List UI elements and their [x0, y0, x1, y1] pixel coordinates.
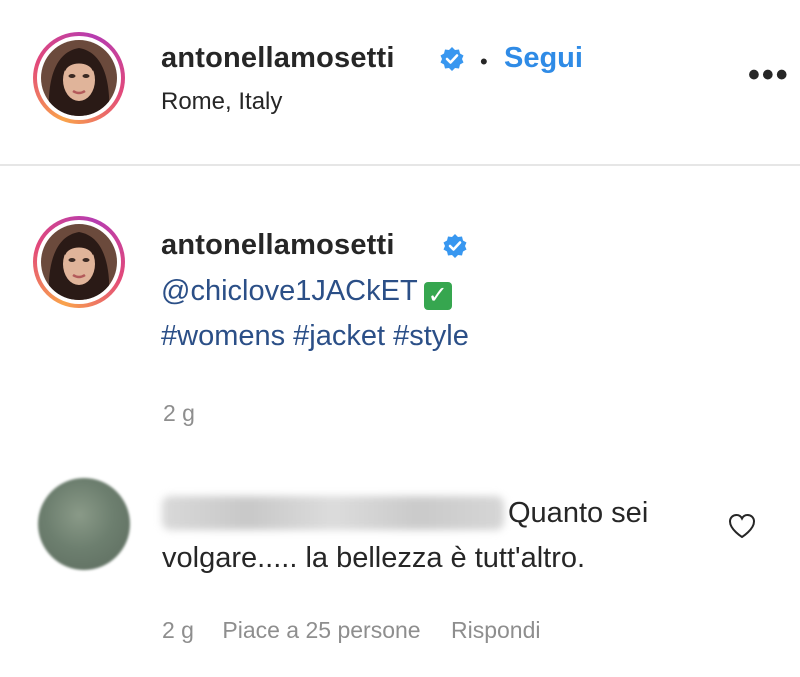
caption-verified-badge-icon	[443, 234, 467, 258]
comment-text-line1: Quanto sei	[508, 497, 649, 529]
caption-author-photo	[41, 224, 117, 300]
post-location[interactable]: Rome, Italy	[161, 88, 282, 116]
header-separator: •	[480, 49, 488, 74]
reply-button[interactable]: Rispondi	[451, 617, 541, 643]
mention-link[interactable]: @chiclove1JACkET	[161, 275, 418, 307]
post-author-username[interactable]: antonellamosetti	[161, 42, 395, 75]
caption-mention-line: @chiclove1JACkET ✓	[161, 275, 452, 310]
hashtag-links[interactable]: #womens #jacket #style	[161, 320, 469, 353]
profile-photo-graphic	[41, 40, 117, 116]
caption-author-photo-graphic	[41, 224, 117, 300]
commenter-username-blurred[interactable]	[162, 496, 504, 530]
comment-text-line2: volgare..... la bellezza è tutt'altro.	[162, 542, 586, 574]
more-options-icon[interactable]: •••	[748, 56, 790, 95]
caption-author-avatar[interactable]	[33, 216, 125, 308]
header-divider	[0, 164, 800, 166]
like-comment-heart-icon[interactable]	[727, 512, 757, 540]
follow-button[interactable]: Segui	[504, 42, 583, 75]
comment-timestamp[interactable]: 2 g	[162, 617, 194, 643]
verified-badge-icon	[440, 47, 464, 71]
commenter-avatar[interactable]	[38, 478, 130, 570]
profile-photo	[41, 40, 117, 116]
caption-timestamp[interactable]: 2 g	[163, 400, 195, 427]
comment-meta-row: 2 g Piace a 25 persone Rispondi	[162, 617, 540, 644]
comment-likes-count[interactable]: Piace a 25 persone	[222, 617, 420, 643]
check-mark-emoji-icon: ✓	[423, 282, 452, 310]
profile-avatar[interactable]	[33, 32, 125, 124]
caption-author-username[interactable]: antonellamosetti	[161, 229, 395, 262]
